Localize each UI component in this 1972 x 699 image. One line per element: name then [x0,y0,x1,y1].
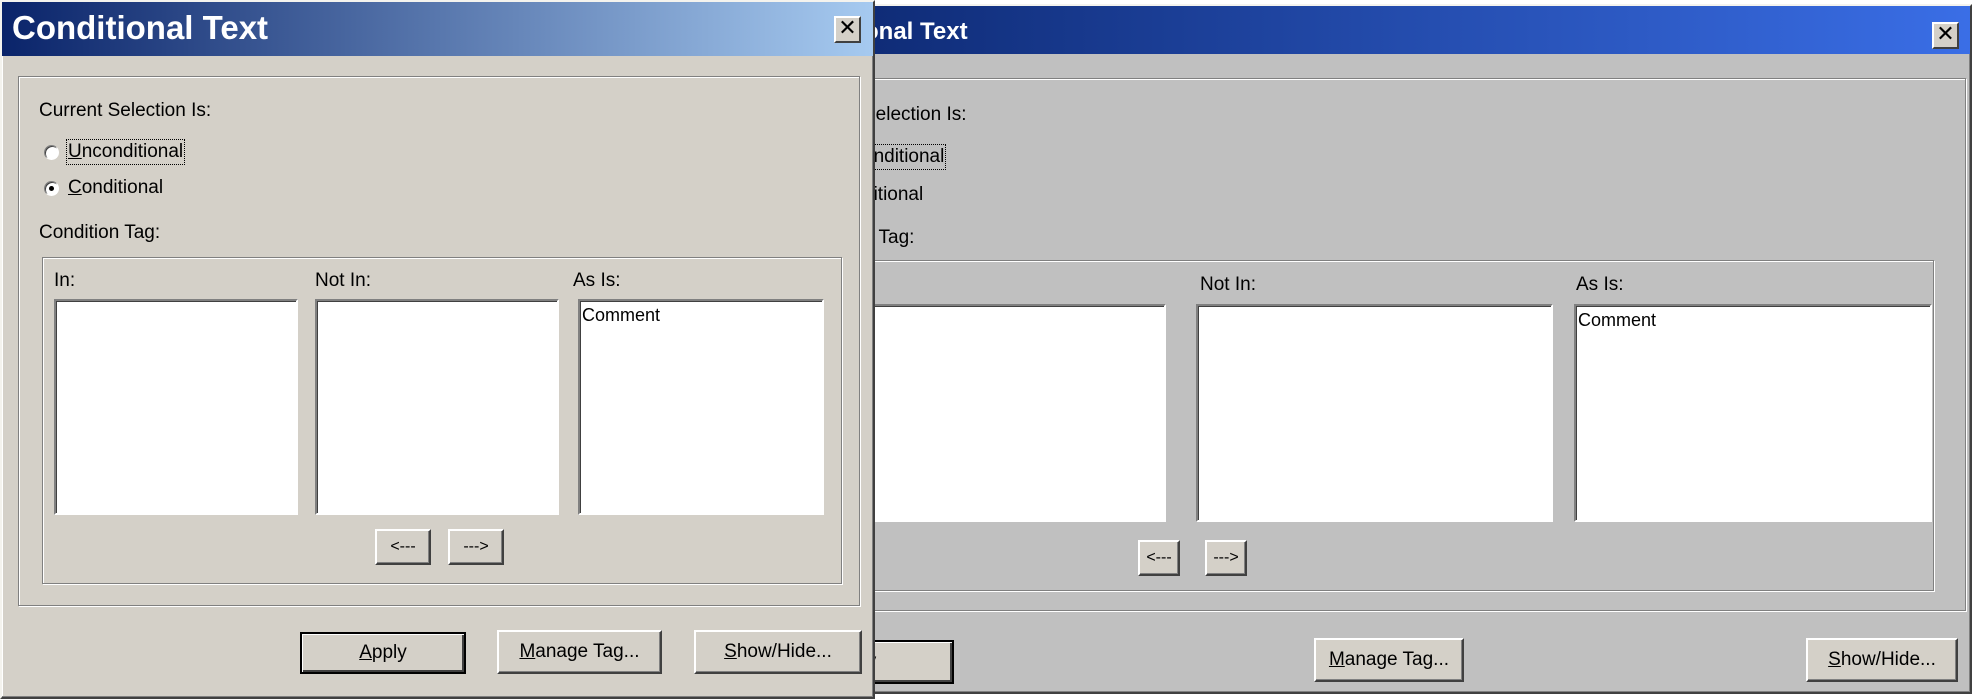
manage-mnemonic: M [519,641,536,662]
unconditional-text: nconditional [81,141,184,162]
unconditional-mnemonic: U [68,141,82,162]
back-as-is-item[interactable]: Comment [1576,306,1930,331]
as-is-column-label: As Is: [573,270,621,291]
back-dialog-title: onal Text [864,18,968,45]
showhide-mnemonic: S [724,641,737,662]
back-showhide-mnemonic: S [1828,649,1841,670]
back-close-icon[interactable]: ✕ [1932,22,1959,49]
condition-tag-label: Condition Tag: [39,222,161,243]
conditional-radio[interactable]: Conditional [44,177,163,199]
unconditional-radio[interactable]: Unconditional [44,139,186,165]
apply-mnemonic: A [359,642,372,663]
back-as-is-listbox[interactable]: Comment [1574,304,1932,522]
in-column-label: In: [54,270,76,291]
not-in-listbox[interactable] [315,299,559,515]
back-as-is-label: As Is: [1576,274,1624,295]
conditional-text: onditional [81,177,164,198]
current-selection-label: Current Selection Is: [39,100,212,121]
back-move-left-button[interactable]: <--- [1138,540,1180,576]
back-manage-tag-button[interactable]: Manage Tag... [1314,638,1464,682]
showhide-label: how/Hide... [736,641,832,662]
back-manage-mnemonic: M [1328,649,1345,670]
manage-label: anage Tag... [535,641,640,662]
manage-tag-button[interactable]: Manage Tag... [497,630,662,674]
back-dialog: onal Text ✕ Selection Is: onditional dit… [740,4,1972,694]
back-dialog-titlebar[interactable]: onal Text ✕ [742,6,1970,54]
as-is-listbox[interactable]: Comment [578,299,824,515]
not-in-column-label: Not In: [315,270,371,291]
move-left-button[interactable]: <--- [375,529,431,565]
front-dialog-titlebar[interactable]: Conditional Text ✕ [2,2,873,56]
unconditional-radio-button[interactable] [44,144,59,160]
unconditional-radio-label: Unconditional [65,139,186,165]
front-dialog-title: Conditional Text [12,9,269,46]
show-hide-button[interactable]: Show/Hide... [694,630,862,674]
conditional-radio-button[interactable] [44,180,59,196]
move-right-button[interactable]: ---> [448,529,504,565]
apply-label: pply [371,642,407,663]
back-not-in-listbox[interactable] [1196,304,1553,522]
conditional-mnemonic: C [68,177,82,198]
back-showhide-label: how/Hide... [1840,649,1936,670]
apply-button[interactable]: Apply [300,632,466,674]
back-move-right-button[interactable]: ---> [1205,540,1247,576]
back-not-in-label: Not In: [1200,274,1256,295]
as-is-item[interactable]: Comment [580,301,822,326]
front-dialog: Conditional Text ✕ Current Selection Is:… [0,0,875,699]
conditional-radio-label: Conditional [68,177,163,199]
back-unconditional-radio-label[interactable]: onditional [860,144,947,170]
back-selection-label: Selection Is: [863,104,967,125]
in-listbox[interactable] [54,299,298,515]
back-show-hide-button[interactable]: Show/Hide... [1806,638,1958,682]
back-manage-label: anage Tag... [1344,649,1450,670]
back-in-listbox[interactable] [860,304,1166,522]
close-icon[interactable]: ✕ [834,16,861,43]
